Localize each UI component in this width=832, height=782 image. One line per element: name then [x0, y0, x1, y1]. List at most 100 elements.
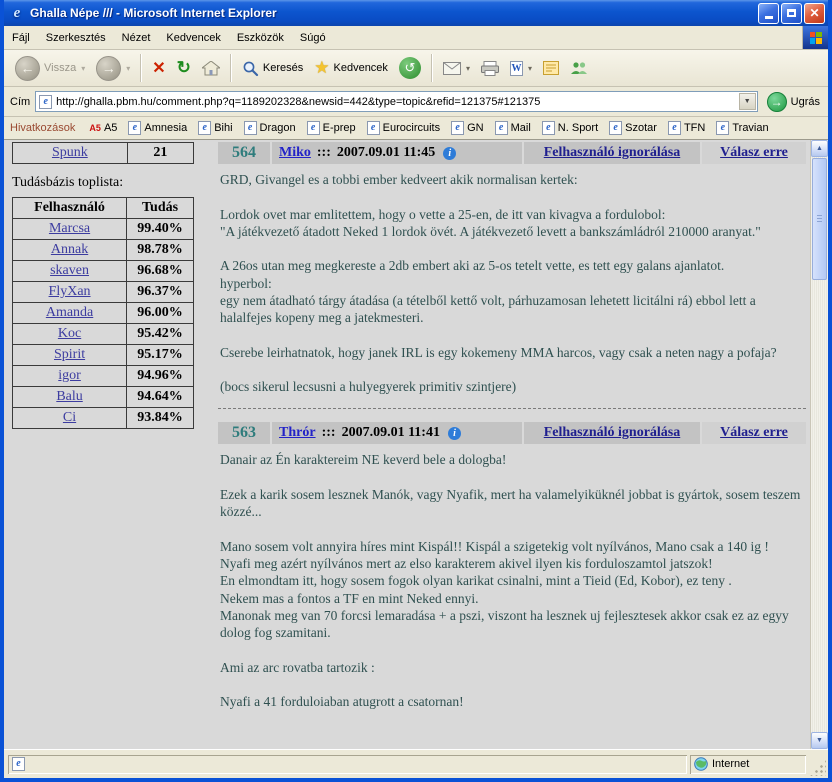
links-bar-item-bihi[interactable]: eBihi [193, 120, 237, 136]
menu-sugo[interactable]: Súgó [292, 28, 334, 48]
info-icon[interactable]: i [443, 147, 456, 160]
resize-grip[interactable] [809, 759, 826, 776]
toplist-score: 99.40% [127, 219, 194, 240]
home-icon [202, 61, 220, 76]
post-date: 2007.09.01 11:45 [337, 145, 435, 161]
links-bar-item-szotar[interactable]: eSzotar [604, 120, 662, 136]
maximize-button[interactable] [781, 3, 802, 24]
history-button[interactable]: ↺ [394, 54, 426, 82]
menu-szerkesztes[interactable]: Szerkesztés [38, 28, 114, 48]
forward-button[interactable]: → ▾ [91, 53, 135, 84]
post-body: Danair az Én karaktereim NE keverd bele … [218, 444, 806, 712]
links-bar-item-amnesia[interactable]: eAmnesia [123, 120, 192, 136]
search-button[interactable]: Keresés [237, 57, 308, 80]
menu-kedvencek[interactable]: Kedvencek [158, 28, 228, 48]
links-bar-item-mail[interactable]: eMail [490, 120, 536, 136]
title-bar[interactable]: e Ghalla Népe /// - Microsoft Internet E… [4, 0, 828, 26]
messenger-button[interactable] [565, 58, 593, 78]
mail-dropdown-icon: ▾ [466, 64, 470, 73]
back-button[interactable]: ← Vissza ▾ [10, 53, 90, 84]
refresh-icon: ↻ [177, 58, 191, 78]
favorites-button[interactable]: ★ Kedvencek [309, 55, 393, 81]
discuss-button[interactable] [538, 58, 564, 78]
windows-flag-icon [810, 32, 822, 44]
scrollbar-track[interactable] [811, 281, 828, 732]
minimize-button[interactable] [758, 3, 779, 24]
ie-page-icon: e [307, 121, 320, 135]
history-icon: ↺ [399, 57, 421, 79]
toplist-score: 94.64% [127, 387, 194, 408]
post-header: 564 Miko ::: 2007.09.01 11:45 i Felhaszn… [218, 142, 806, 164]
toplist-user-link[interactable]: igor [58, 368, 81, 383]
table-row: Amanda96.00% [13, 303, 194, 324]
links-bar: Hivatkozások A5A5 eAmnesia eBihi eDragon… [4, 117, 828, 140]
scroll-down-button[interactable]: ▼ [811, 732, 828, 749]
links-bar-item-a5[interactable]: A5A5 [84, 121, 122, 135]
menu-nezet[interactable]: Nézet [114, 28, 159, 48]
toplist-user-link[interactable]: Annak [51, 242, 88, 257]
mail-button[interactable]: ▾ [438, 59, 475, 78]
toplist-header-user: Felhasználó [13, 198, 127, 219]
post-header: 563 Thrór ::: 2007.09.01 11:41 i Felhasz… [218, 422, 806, 444]
toplist-user-link[interactable]: Amanda [46, 305, 93, 320]
links-bar-item-tfn[interactable]: eTFN [663, 120, 710, 136]
toplist-user-link[interactable]: Ci [63, 410, 76, 425]
mail-icon [443, 62, 461, 75]
menu-eszkozok[interactable]: Eszközök [229, 28, 292, 48]
toplist-user-link[interactable]: FlyXan [49, 284, 91, 299]
sidebar: Spunk 21 Tudásbázis toplista: Felhasznál… [12, 142, 194, 749]
home-button[interactable] [197, 58, 225, 79]
spunk-user-link[interactable]: Spunk [52, 145, 88, 160]
scroll-up-button[interactable]: ▲ [811, 140, 828, 157]
ignore-user-link[interactable]: Felhasználó ignorálása [544, 145, 681, 161]
links-bar-item-nsport[interactable]: eN. Sport [537, 120, 603, 136]
post-divider [218, 408, 806, 409]
edit-dropdown-icon: ▾ [528, 64, 532, 73]
toplist-user-link[interactable]: Koc [58, 326, 81, 341]
table-row: Annak98.78% [13, 240, 194, 261]
links-bar-item-eprep[interactable]: eE-prep [302, 120, 361, 136]
toplist-user-link[interactable]: Spirit [54, 347, 85, 362]
go-button[interactable]: → Ugrás [763, 92, 824, 112]
content-area: Spunk 21 Tudásbázis toplista: Felhasznál… [4, 140, 828, 749]
links-bar-item-gn[interactable]: eGN [446, 120, 489, 136]
info-icon[interactable]: i [448, 427, 461, 440]
refresh-button[interactable]: ↻ [172, 55, 196, 81]
stop-button[interactable]: ✕ [147, 55, 170, 81]
links-bar-item-travian[interactable]: eTravian [711, 120, 773, 136]
ignore-user-link[interactable]: Felhasználó ignorálása [544, 425, 681, 441]
go-label: Ugrás [791, 96, 820, 108]
links-bar-item-eurocircuits[interactable]: eEurocircuits [362, 120, 445, 136]
menu-fajl[interactable]: Fájl [4, 28, 38, 48]
toolbar-separator [230, 54, 232, 82]
toplist-user-link[interactable]: Marcsa [49, 221, 90, 236]
reply-link[interactable]: Válasz erre [720, 425, 788, 441]
toplist-user-link[interactable]: Balu [56, 389, 82, 404]
favorites-star-icon: ★ [314, 58, 329, 78]
forum-post-564: 564 Miko ::: 2007.09.01 11:45 i Felhaszn… [218, 142, 806, 397]
favorites-label: Kedvencek [334, 62, 388, 74]
toplist-score: 96.68% [127, 261, 194, 282]
print-button[interactable] [476, 58, 504, 79]
post-author-bar: Miko ::: 2007.09.01 11:45 i [272, 142, 522, 164]
address-bar: Cím e http://ghalla.pbm.hu/comment.php?q… [4, 87, 828, 117]
address-input[interactable]: e http://ghalla.pbm.hu/comment.php?q=118… [35, 91, 757, 112]
link-label: GN [467, 122, 484, 134]
edit-button[interactable]: W ▾ [505, 58, 537, 79]
table-row: Balu 94.64% [13, 387, 194, 408]
forum-thread: 564 Miko ::: 2007.09.01 11:45 i Felhaszn… [218, 142, 806, 749]
post-author-link[interactable]: Thrór [279, 425, 316, 441]
address-dropdown-button[interactable]: ▼ [739, 93, 756, 110]
post-author-link[interactable]: Miko [279, 145, 311, 161]
toplist-score: 95.42% [127, 324, 194, 345]
reply-link[interactable]: Válasz erre [720, 145, 788, 161]
reply-cell: Válasz erre [702, 422, 806, 444]
table-row: FlyXan96.37% [13, 282, 194, 303]
vertical-scrollbar[interactable]: ▲ ▼ [810, 140, 828, 749]
links-bar-item-dragon[interactable]: eDragon [239, 120, 301, 136]
toplist-user-link[interactable]: skaven [50, 263, 89, 278]
globe-icon [694, 757, 708, 771]
scrollbar-thumb[interactable] [812, 158, 827, 280]
close-button[interactable]: ✕ [804, 3, 825, 24]
table-row: Koc 95.42% [13, 324, 194, 345]
